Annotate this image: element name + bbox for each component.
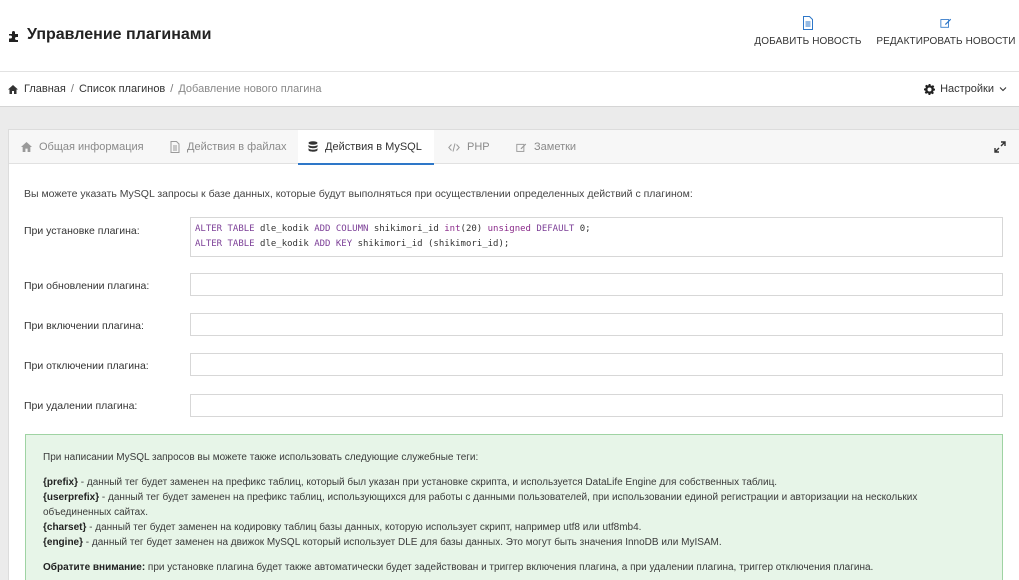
sql-keyword: DEFAULT bbox=[536, 224, 575, 234]
tab-label: PHP bbox=[467, 141, 490, 153]
note-tag: {userprefix} bbox=[43, 492, 100, 503]
tab-general-info[interactable]: Общая информация bbox=[21, 130, 144, 164]
home-icon bbox=[21, 142, 32, 152]
expand-icon[interactable] bbox=[994, 141, 1006, 153]
note-text: - данный тег будет заменен на движок MyS… bbox=[83, 537, 722, 548]
edit-icon bbox=[516, 143, 527, 152]
tab-php[interactable]: PHP bbox=[448, 130, 490, 164]
delete-sql-textarea[interactable] bbox=[190, 394, 1003, 417]
note-tag: {prefix} bbox=[43, 477, 79, 488]
note-userprefix-line: {userprefix} - данный тег будет заменен … bbox=[43, 490, 985, 520]
install-label: При установке плагина: bbox=[24, 225, 140, 237]
edit-icon bbox=[940, 18, 952, 28]
main-panel: Общая информация Действия в файлах Дейст… bbox=[8, 129, 1019, 580]
disable-label: При отключении плагина: bbox=[24, 360, 149, 372]
note-prefix-line: {prefix} - данный тег будет заменен на п… bbox=[43, 475, 985, 490]
breadcrumb-plugin-list[interactable]: Список плагинов bbox=[79, 83, 165, 95]
breadcrumb: Главная / Список плагинов / Добавление н… bbox=[8, 83, 322, 95]
install-sql-textarea[interactable]: ALTER TABLE dle_kodik ADD COLUMN shikimo… bbox=[190, 217, 1003, 257]
note-charset-line: {charset} - данный тег будет заменен на … bbox=[43, 520, 985, 535]
breadcrumb-current: Добавление нового плагина bbox=[178, 83, 322, 95]
note-intro: При написании MySQL запросов вы можете т… bbox=[43, 452, 479, 463]
top-header: Управление плагинами ДОБАВИТЬ НОВОСТЬ РЕ… bbox=[0, 0, 1019, 72]
sql-text: shikimori_id bbox=[368, 224, 445, 234]
tab-label: Общая информация bbox=[39, 141, 144, 153]
tab-label: Действия в файлах bbox=[187, 141, 287, 153]
sql-keyword: ADD COLUMN bbox=[314, 224, 369, 234]
intro-text: Вы можете указать MySQL запросы к базе д… bbox=[24, 188, 693, 200]
settings-label: Настройки bbox=[940, 83, 994, 95]
service-tags-note: При написании MySQL запросов вы можете т… bbox=[25, 434, 1003, 580]
note-tag: {charset} bbox=[43, 522, 87, 533]
note-text: - данный тег будет заменен на префикс та… bbox=[43, 492, 918, 518]
note-engine-line: {engine} - данный тег будет заменен на д… bbox=[43, 535, 985, 550]
add-news-label: ДОБАВИТЬ НОВОСТЬ bbox=[754, 36, 862, 47]
sql-keyword: int bbox=[444, 224, 461, 234]
update-label: При обновлении плагина: bbox=[24, 280, 150, 292]
tab-label: Действия в MySQL bbox=[325, 140, 422, 153]
settings-dropdown[interactable]: Настройки bbox=[924, 83, 1007, 95]
tab-label: Заметки bbox=[534, 141, 577, 153]
delete-label: При удалении плагина: bbox=[24, 400, 138, 412]
edit-news-label: РЕДАКТИРОВАТЬ НОВОСТИ bbox=[876, 36, 1016, 47]
tab-mysql-actions[interactable]: Действия в MySQL bbox=[298, 130, 434, 165]
puzzle-icon bbox=[9, 30, 18, 42]
sql-keyword: unsigned bbox=[487, 224, 531, 234]
sql-keyword: ALTER TABLE bbox=[195, 239, 255, 249]
breadcrumb-separator: / bbox=[170, 83, 174, 95]
document-icon bbox=[803, 16, 813, 30]
enable-sql-textarea[interactable] bbox=[190, 313, 1003, 336]
note-attention-line: Обратите внимание: при установке плагина… bbox=[43, 560, 985, 575]
breadcrumb-home[interactable]: Главная bbox=[24, 83, 66, 95]
edit-news-button[interactable]: РЕДАКТИРОВАТЬ НОВОСТИ bbox=[876, 16, 1016, 47]
chevron-down-icon bbox=[999, 87, 1007, 92]
sql-text: dle_kodik bbox=[254, 239, 315, 249]
add-news-button[interactable]: ДОБАВИТЬ НОВОСТЬ bbox=[752, 16, 864, 47]
sql-text: (20) bbox=[460, 224, 488, 234]
database-icon bbox=[308, 141, 318, 152]
page-title-text: Управление плагинами bbox=[27, 26, 212, 43]
breadcrumb-bar: Главная / Список плагинов / Добавление н… bbox=[0, 72, 1019, 107]
note-text: - данный тег будет заменен на кодировку … bbox=[86, 522, 642, 533]
sql-keyword: ALTER TABLE bbox=[195, 224, 255, 234]
gear-icon bbox=[924, 83, 936, 95]
breadcrumb-separator: / bbox=[70, 83, 74, 95]
install-sql-line-1: ALTER TABLE dle_kodik ADD COLUMN shikimo… bbox=[191, 218, 1002, 256]
home-icon bbox=[8, 84, 18, 94]
file-icon bbox=[170, 141, 180, 153]
update-sql-textarea[interactable] bbox=[190, 273, 1003, 296]
sql-keyword: ADD KEY bbox=[314, 239, 353, 249]
note-text: - данный тег будет заменен на префикс та… bbox=[78, 477, 778, 488]
disable-sql-textarea[interactable] bbox=[190, 353, 1003, 376]
note-tag: {engine} bbox=[43, 537, 84, 548]
code-icon bbox=[448, 142, 460, 152]
page-title: Управление плагинами bbox=[8, 26, 211, 44]
note-text: при установке плагина будет также автома… bbox=[145, 562, 874, 573]
enable-label: При включении плагина: bbox=[24, 320, 144, 332]
tab-bar: Общая информация Действия в файлах Дейст… bbox=[9, 130, 1019, 165]
tab-file-actions[interactable]: Действия в файлах bbox=[170, 130, 287, 164]
note-attention-label: Обратите внимание: bbox=[43, 562, 146, 573]
tab-notes[interactable]: Заметки bbox=[516, 130, 576, 164]
sql-text: shikimori_id (shikimori_id); bbox=[352, 239, 510, 249]
sql-text: dle_kodik bbox=[254, 224, 315, 234]
sql-text: 0; bbox=[574, 224, 591, 234]
